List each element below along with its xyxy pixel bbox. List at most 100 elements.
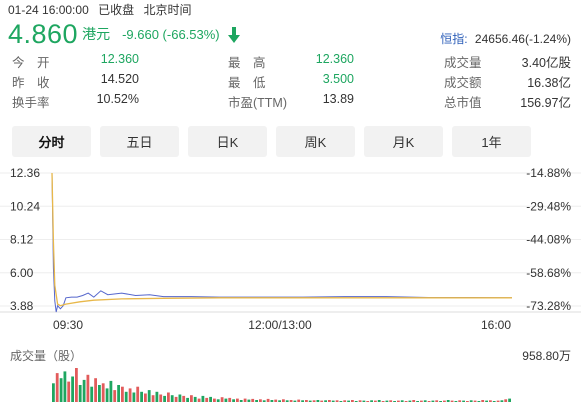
volume-bar xyxy=(121,386,124,402)
volume-bar xyxy=(124,391,128,402)
volume-bar xyxy=(178,394,182,402)
volume-bar xyxy=(201,395,205,402)
stat-label: 今 开 xyxy=(12,56,50,70)
volume-max-label: 958.80万 xyxy=(522,349,571,363)
volume-bar xyxy=(128,388,132,402)
volume-bar xyxy=(63,371,67,402)
price-change: -9.660 (-66.53%) xyxy=(122,26,220,42)
volume-bar xyxy=(86,374,90,402)
intraday-chart-svg: 12.36 -14.88% 10.24 -29.48% 8.12 -44.08% 6.00 -… xyxy=(0,166,581,402)
volume-bar xyxy=(144,393,147,402)
stat-label: 总市值 xyxy=(444,96,482,110)
timezone-label: 北京时间 xyxy=(143,3,192,17)
volume-bar xyxy=(193,396,197,402)
x-tick-label: 12:00/13:00 xyxy=(248,318,312,332)
volume-bar xyxy=(209,396,212,402)
volume-bar xyxy=(236,398,239,402)
y-tick-label-right: -44.08% xyxy=(526,233,571,247)
tab-daily-k[interactable]: 日K xyxy=(188,126,267,157)
volume-bar xyxy=(174,396,178,402)
stat-value: 13.89 xyxy=(322,92,354,106)
volume-bar xyxy=(243,398,247,402)
x-tick-label: 09:30 xyxy=(53,318,83,332)
volume-bar xyxy=(220,397,224,402)
volume-bar xyxy=(136,386,140,402)
volume-bar xyxy=(75,368,78,402)
price-lines xyxy=(51,172,513,313)
volume-bar xyxy=(109,380,113,402)
index-value: 24656.46(-1.24%) xyxy=(474,32,571,46)
volume-bar xyxy=(94,378,97,402)
volume-bar xyxy=(224,398,228,402)
volume-bar xyxy=(90,386,94,402)
stat-value: 10.52% xyxy=(96,92,139,106)
intraday-chart[interactable]: 12.36 -14.88% 10.24 -29.48% 8.12 -44.08% 6.00 -… xyxy=(0,163,581,402)
y-tick-label-left: 12.36 xyxy=(10,166,40,180)
tab-monthly-k[interactable]: 月K xyxy=(364,126,443,157)
volume-bar xyxy=(59,378,63,402)
volume-bar xyxy=(117,385,120,402)
tab-intraday[interactable]: 分时 xyxy=(12,126,91,157)
volume-bar xyxy=(205,397,209,402)
index-name[interactable]: 恒指: xyxy=(440,32,467,46)
volume-bar xyxy=(228,397,232,402)
stat-label: 换手率 xyxy=(12,96,50,110)
index-quote[interactable]: 恒指: 24656.46(-1.24%) xyxy=(440,30,571,47)
volume-bar xyxy=(163,395,166,402)
tab-weekly-k[interactable]: 周K xyxy=(276,126,355,157)
volume-bar xyxy=(213,398,216,402)
volume-bar xyxy=(147,390,151,402)
stat-label: 最 高 xyxy=(228,56,266,70)
market-status: 已收盘 xyxy=(98,3,135,17)
volume-bar xyxy=(55,373,59,402)
tab-one-year[interactable]: 1年 xyxy=(452,126,531,157)
stat-label: 成交额 xyxy=(444,76,482,90)
volume-chart: 成交量（股） 958.80万 xyxy=(10,348,571,402)
volume-bar xyxy=(182,395,186,402)
volume-bar xyxy=(155,391,159,402)
quote-status-line: 01-24 16:00:00 已收盘 北京时间 xyxy=(8,1,197,18)
tab-five-day[interactable]: 五日 xyxy=(100,126,179,157)
volume-bar xyxy=(78,385,82,402)
price-line xyxy=(51,172,513,313)
y-tick-label-left: 3.88 xyxy=(10,299,34,313)
volume-title: 成交量（股） xyxy=(10,348,82,363)
arrow-down-icon xyxy=(227,26,241,44)
stat-value: 12.360 xyxy=(100,52,139,66)
y-tick-label-right: -58.68% xyxy=(526,266,571,280)
last-price: 4.860 xyxy=(8,18,79,49)
volume-bar xyxy=(52,383,55,402)
quote-datetime: 01-24 16:00:00 xyxy=(8,3,89,17)
volume-bar xyxy=(170,395,174,402)
volume-bar xyxy=(113,390,117,402)
y-tick-label-left: 8.12 xyxy=(10,233,34,247)
volume-bar xyxy=(132,392,136,402)
stat-label: 最 低 xyxy=(228,76,266,90)
stat-label: 昨 收 xyxy=(12,76,50,90)
volume-bar xyxy=(101,383,105,402)
volume-bar xyxy=(140,391,143,402)
volume-bar xyxy=(186,397,189,402)
stats-panel: 今 开 12.360 最 高 12.360 成交量 3.40亿股 昨 收 14.… xyxy=(0,52,581,112)
y-tick-label-left: 10.24 xyxy=(10,199,40,213)
volume-bar xyxy=(159,394,163,402)
chart-grid xyxy=(0,172,581,313)
currency-label: 港元 xyxy=(82,26,111,42)
volume-bar xyxy=(105,388,109,402)
y-tick-label-right: -14.88% xyxy=(526,166,571,180)
volume-bar xyxy=(82,379,86,402)
stat-label: 成交量 xyxy=(444,56,482,70)
volume-bar xyxy=(508,398,511,402)
chart-period-tabs: 分时 五日 日K 周K 月K 1年 xyxy=(12,126,540,157)
stats-row: 今 开 12.360 最 高 12.360 成交量 3.40亿股 xyxy=(0,52,581,72)
stat-value: 3.500 xyxy=(322,72,354,86)
y-tick-label-right: -73.28% xyxy=(526,299,571,313)
volume-bar xyxy=(67,381,71,402)
volume-bar xyxy=(190,395,193,402)
stat-label: 市盈(TTM) xyxy=(228,96,288,110)
stat-value: 156.97亿 xyxy=(520,96,571,110)
stat-value: 14.520 xyxy=(100,72,139,86)
stats-row: 换手率 10.52% 市盈(TTM) 13.89 总市值 156.97亿 xyxy=(0,92,581,112)
y-tick-label-right: -29.48% xyxy=(526,199,571,213)
stats-row: 昨 收 14.520 最 低 3.500 成交额 16.38亿 xyxy=(0,72,581,92)
